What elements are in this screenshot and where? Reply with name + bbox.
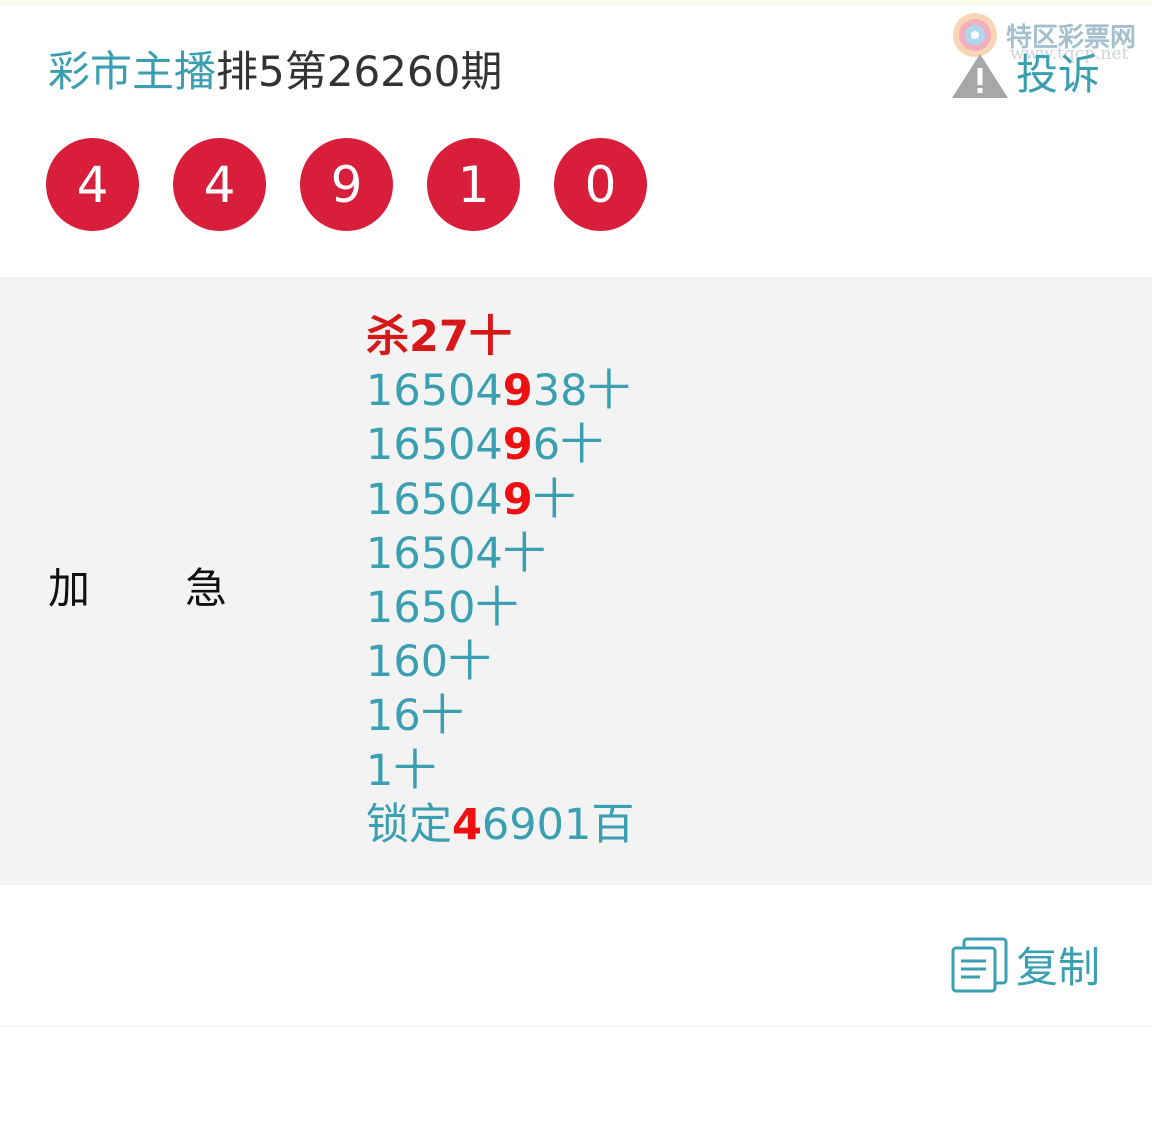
copy-label: 复制 [1016, 943, 1101, 992]
result-ball: 0 [554, 138, 647, 231]
host-name[interactable]: 彩市主播 [48, 47, 216, 96]
result-balls: 4 4 9 1 0 [46, 138, 681, 231]
prediction-line: 16504938十 [366, 364, 634, 418]
complain-label: 投诉 [1016, 50, 1101, 99]
line-prefix: 16504 [366, 366, 503, 417]
result-ball: 4 [173, 138, 266, 231]
line-prefix: 16504 [366, 474, 503, 525]
result-ball: 4 [46, 138, 139, 231]
line-prefix: 16504 [366, 420, 503, 471]
prediction-lines: 杀27十 16504938十 1650496十 165049十 16504十 1… [366, 310, 634, 852]
line-prefix: 1十 [366, 745, 437, 796]
line-prefix: 160十 [366, 637, 492, 688]
label-jia: 加 [48, 564, 91, 613]
line-suffix: 38十 [532, 366, 631, 417]
label-ji: 急 [185, 564, 228, 613]
page-title: 彩市主播排5第26260期 [48, 44, 502, 100]
line-highlight: 9 [502, 474, 533, 525]
line-highlight: 9 [502, 420, 533, 471]
prediction-line: 1十 [366, 744, 634, 798]
document-copy-icon [951, 937, 1008, 992]
line-prefix: 16504十 [366, 528, 546, 579]
prediction-line: 1650十 [366, 581, 634, 635]
panel-labels: 加 急 [48, 555, 227, 616]
prediction-line: 1650496十 [366, 418, 634, 472]
prediction-line: 16504十 [366, 527, 634, 581]
result-ball: 9 [300, 138, 393, 231]
line-highlight: 9 [502, 366, 533, 417]
line-prefix: 16十 [366, 691, 464, 742]
issue-title: 排5第26260期 [216, 47, 503, 96]
line-prefix: 1650十 [366, 583, 519, 634]
line-suffix: 6901百 [481, 799, 635, 850]
copy-button[interactable]: 复制 [950, 934, 1100, 995]
complain-button[interactable]: 投诉 [950, 50, 1100, 100]
kill-line: 杀27十 [366, 312, 512, 362]
prediction-line: 16十 [366, 689, 634, 743]
line-highlight: 4 [452, 799, 482, 850]
result-ball: 1 [427, 138, 520, 231]
warning-triangle-icon [952, 54, 1008, 98]
prediction-line: 165049十 [366, 473, 634, 527]
line-prefix: 锁定 [366, 799, 452, 850]
top-edge [0, 0, 1152, 6]
section-divider [0, 1025, 1152, 1027]
lock-line: 锁定46901百 [366, 798, 634, 852]
line-suffix: 6十 [532, 420, 604, 471]
line-suffix: 十 [532, 474, 576, 525]
prediction-line: 160十 [366, 635, 634, 689]
